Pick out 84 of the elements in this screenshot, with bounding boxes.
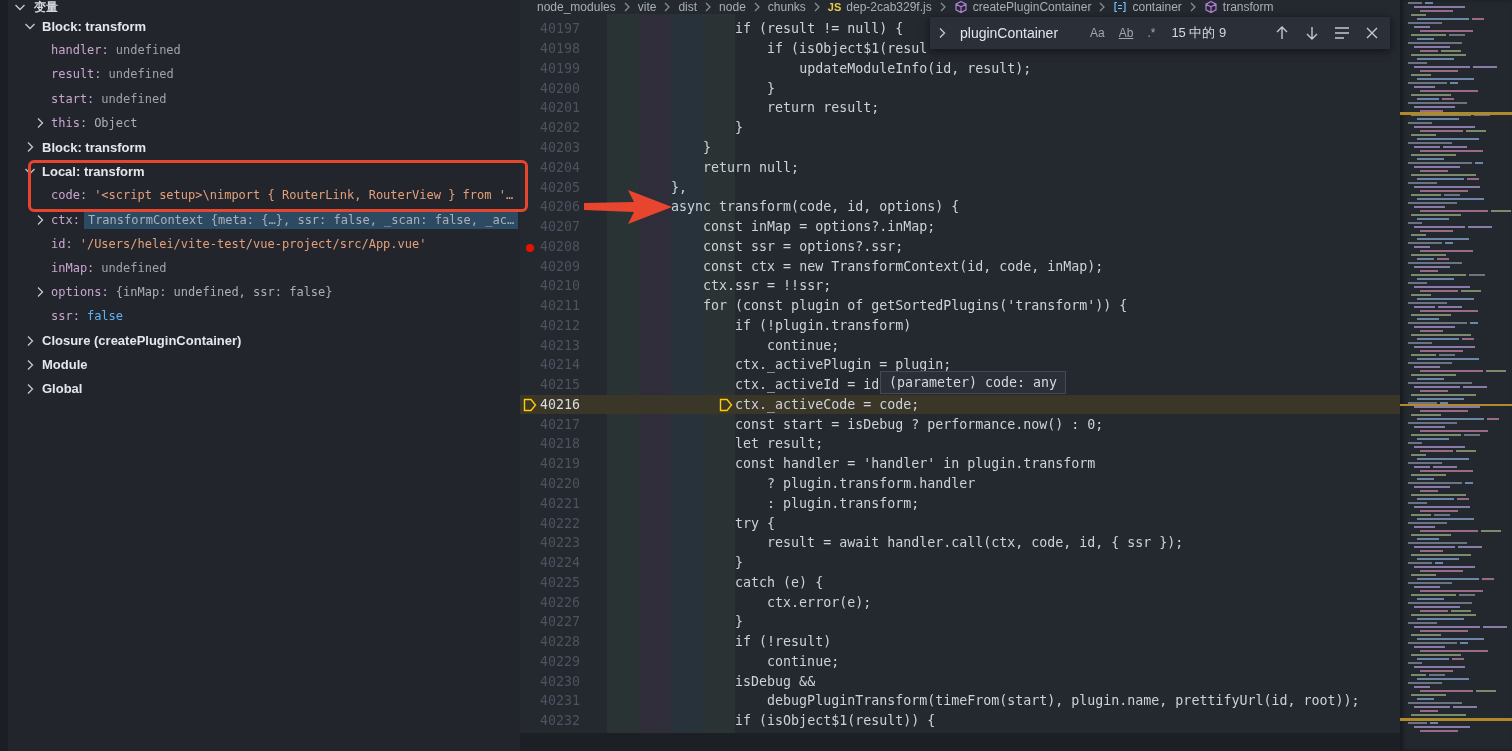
variable-name[interactable]: this: <box>51 115 88 130</box>
section-title: 变量 <box>34 0 58 14</box>
variable-name[interactable]: ctx: <box>51 212 80 227</box>
hover-tooltip: (parameter) code: any <box>880 371 1067 394</box>
cube-icon <box>1203 0 1218 14</box>
debug-pointer-icon <box>719 397 734 412</box>
variable-name[interactable]: id: <box>51 236 73 251</box>
scope-label[interactable]: Block: transform <box>42 139 147 155</box>
scope-label[interactable]: Closure (createPluginContainer) <box>42 333 242 349</box>
option-toggle[interactable]: Ab <box>1114 24 1138 42</box>
breakpoint-dot[interactable] <box>526 243 534 252</box>
code-line: catch (e) { <box>735 574 824 590</box>
breadcrumb-item[interactable]: chunks <box>767 0 806 14</box>
breadcrumb-item[interactable]: node_modules <box>537 0 616 14</box>
code-line: return null; <box>703 159 800 175</box>
variable-value: undefined <box>101 91 167 106</box>
code-line: const start = isDebug ? performance.now() : 0; <box>735 416 1104 432</box>
line-number: 40216 <box>520 396 580 412</box>
variable-name[interactable]: ssr: <box>51 309 80 324</box>
variable-name[interactable]: handler: <box>51 43 109 58</box>
code-line: if (result != null) { <box>735 21 904 37</box>
code-line: const handler = 'handler' in plugin.transform <box>735 456 1096 472</box>
scope-label[interactable]: Module <box>42 357 88 373</box>
find-field[interactable]: pluginContainer <box>956 21 1080 45</box>
code-line: async transform(code, id, options) { <box>671 199 960 215</box>
scope-label[interactable]: Local: transform <box>42 163 145 179</box>
brackets-icon <box>1113 0 1128 14</box>
variable-name[interactable]: code: <box>51 188 88 203</box>
variable-name[interactable]: result: <box>51 67 102 82</box>
debug-pointer-icon <box>523 397 537 412</box>
code-line: } <box>767 80 776 96</box>
variable-name[interactable]: inMap: <box>51 260 95 275</box>
code-line: : plugin.transform; <box>767 495 920 511</box>
breadcrumb-item[interactable]: createPluginContainer <box>953 0 1092 14</box>
breadcrumb-item[interactable]: transform <box>1203 0 1274 14</box>
scope-label[interactable]: Block: transform <box>42 18 147 34</box>
variable-value: undefined <box>115 43 181 58</box>
code-line: const ssr = options?.ssr; <box>703 238 904 254</box>
option-toggle[interactable]: .* <box>1143 24 1160 42</box>
scope-label[interactable]: Global <box>42 381 83 397</box>
cube-icon <box>953 0 968 14</box>
code-line: continue; <box>767 337 840 353</box>
match-count: 15 中的 9 <box>1171 24 1227 42</box>
code-line: ? plugin.transform.handler <box>767 476 976 491</box>
variable-name[interactable]: start: <box>51 91 95 106</box>
code-line: return result; <box>767 100 880 116</box>
code-line: if (isObject$1(result)) { <box>735 713 936 729</box>
code-line: if (isObject$1(resul <box>767 41 928 57</box>
code-line: const ctx = new TransformContext(id, code, inMap); <box>703 258 1104 274</box>
breadcrumb-item[interactable]: JS dep-2cab329f.js <box>827 0 932 14</box>
variable-value: '<script setup>\nimport { RouterLink, RouterView } from '… <box>94 188 514 203</box>
code-line: }, <box>671 179 688 195</box>
code-line: ctx._activePlugin = plugin; <box>735 357 952 373</box>
variable-value: Object <box>94 115 138 130</box>
code-line: ctx.error(e); <box>767 594 872 610</box>
variable-value: false <box>86 309 124 324</box>
code-line: let result; <box>735 436 824 452</box>
variable-value: undefined <box>108 67 174 82</box>
code-line: } <box>735 555 744 571</box>
code-line: isDebug && <box>735 673 816 689</box>
variable-value: undefined <box>101 260 167 275</box>
code-line: ctx._activeId = id <box>735 377 880 393</box>
variable-name[interactable]: options: <box>51 285 109 300</box>
code-line: } <box>735 614 744 630</box>
code-line: if (!plugin.transform) <box>735 317 912 333</box>
code-line: result = await handler.call(ctx, code, id, { ssr }); <box>767 535 1184 551</box>
code-line: ctx._activeCode = code; <box>735 396 920 412</box>
code-line: try { <box>735 515 776 531</box>
code-line: debugPluginTransform(timeFrom(start), plugin.name, prettifyUrl(id, root)); <box>767 693 1360 709</box>
variable-value: '/Users/helei/vite-test/vue-project/src/App.vue' <box>79 236 427 251</box>
code-line: continue; <box>767 653 840 669</box>
breadcrumb-item[interactable]: node <box>719 0 746 14</box>
code-line: } <box>703 139 712 155</box>
code-line: updateModuleInfo(id, result); <box>799 60 1032 76</box>
code-line: const inMap = options?.inMap; <box>703 219 936 235</box>
code-line: } <box>735 120 744 136</box>
breadcrumb-item[interactable]: container <box>1113 0 1182 14</box>
breadcrumb-item[interactable]: vite <box>637 0 657 14</box>
variable-value: {inMap: undefined, ssr: false} <box>115 285 333 300</box>
code-line: for (const plugin of getSortedPlugins('transform')) { <box>703 298 1128 314</box>
code-line: if (!result) <box>735 634 832 650</box>
breadcrumb-item[interactable]: dist <box>678 0 698 14</box>
option-toggle[interactable]: Aa <box>1086 24 1109 42</box>
code-line: ctx.ssr = !!ssr; <box>703 278 832 294</box>
